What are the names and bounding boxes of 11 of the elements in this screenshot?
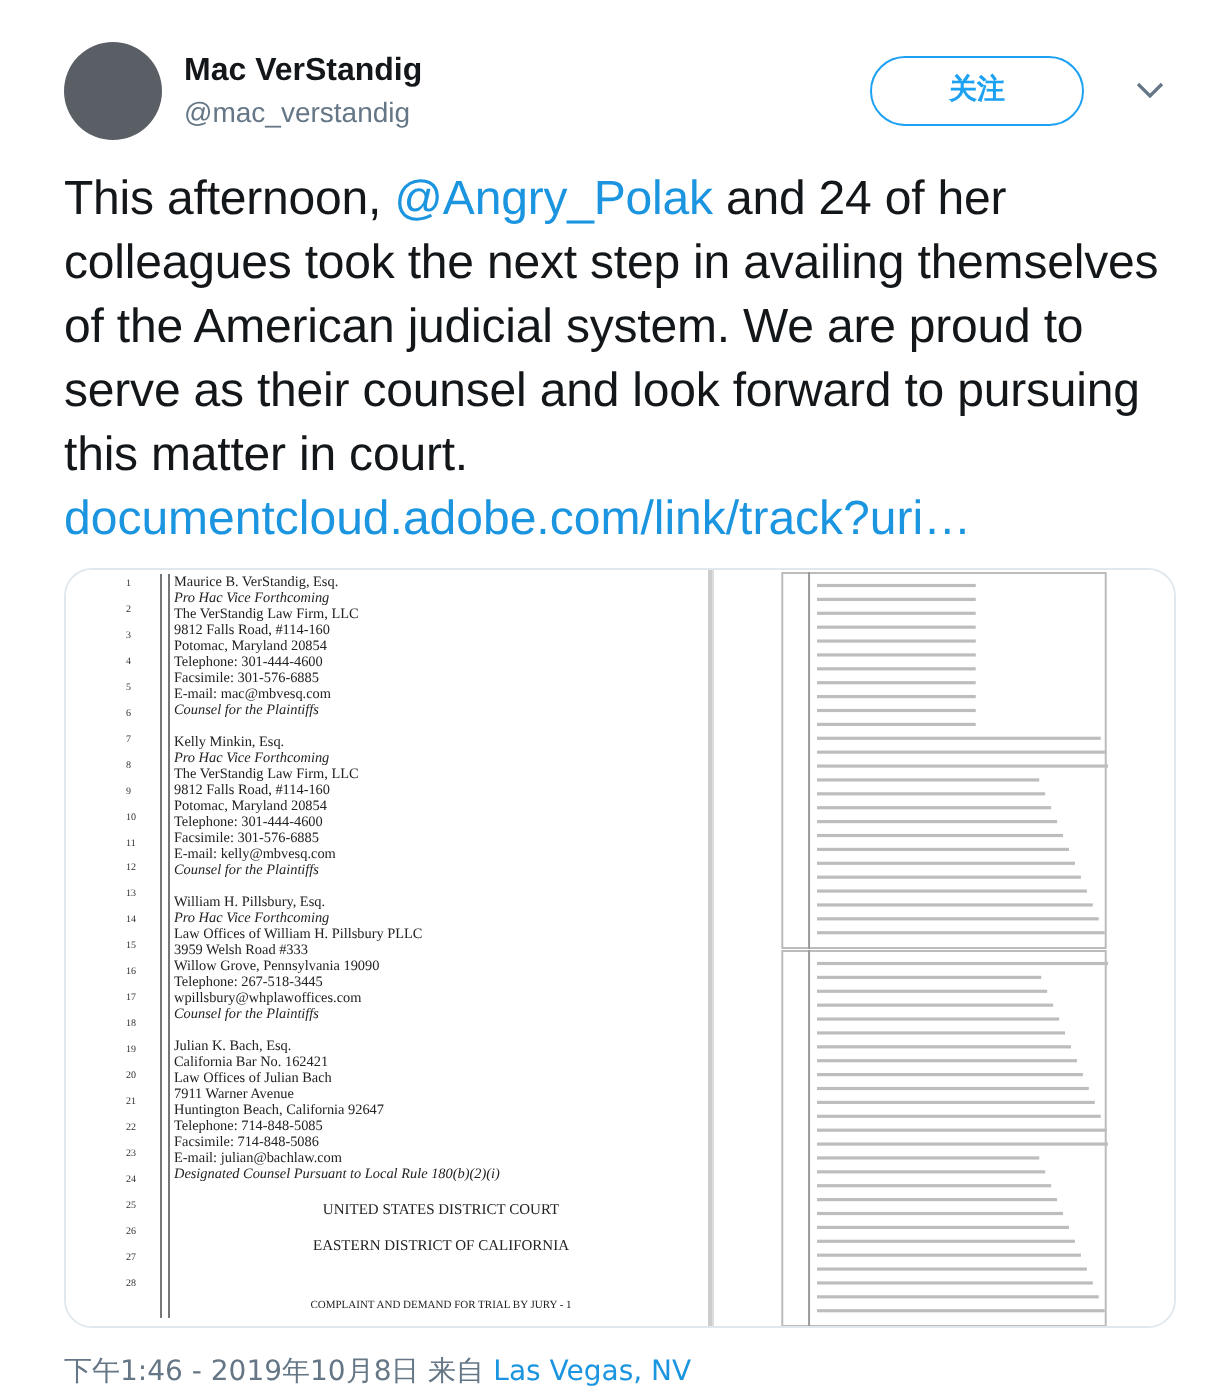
mention-link[interactable]: @Angry_Polak — [394, 172, 713, 226]
location-link[interactable]: Las Vegas, NV — [493, 1356, 692, 1388]
author-handle[interactable]: @mac_verstandig — [184, 95, 870, 127]
avatar-photo[interactable] — [64, 41, 162, 139]
timestamp-text: 下午1:46 - 2019年10月8日 来自 — [64, 1356, 487, 1388]
follow-button[interactable]: 关注 — [870, 55, 1084, 125]
tweet-text: This afternoon, @Angry_Polak and 24 of her colleagues took the next step in availing themselves of the American judicial system. We are proud to serve as their counsel and look forward to pursuing this matter in court. — [64, 170, 1161, 486]
media-frame[interactable] — [64, 568, 1176, 1328]
chevron-down-icon[interactable] — [1136, 82, 1164, 98]
document-link[interactable]: documentcloud.adobe.com/link/track?uri… — [64, 488, 1176, 552]
author-name[interactable]: Mac VerStandig — [184, 53, 870, 89]
